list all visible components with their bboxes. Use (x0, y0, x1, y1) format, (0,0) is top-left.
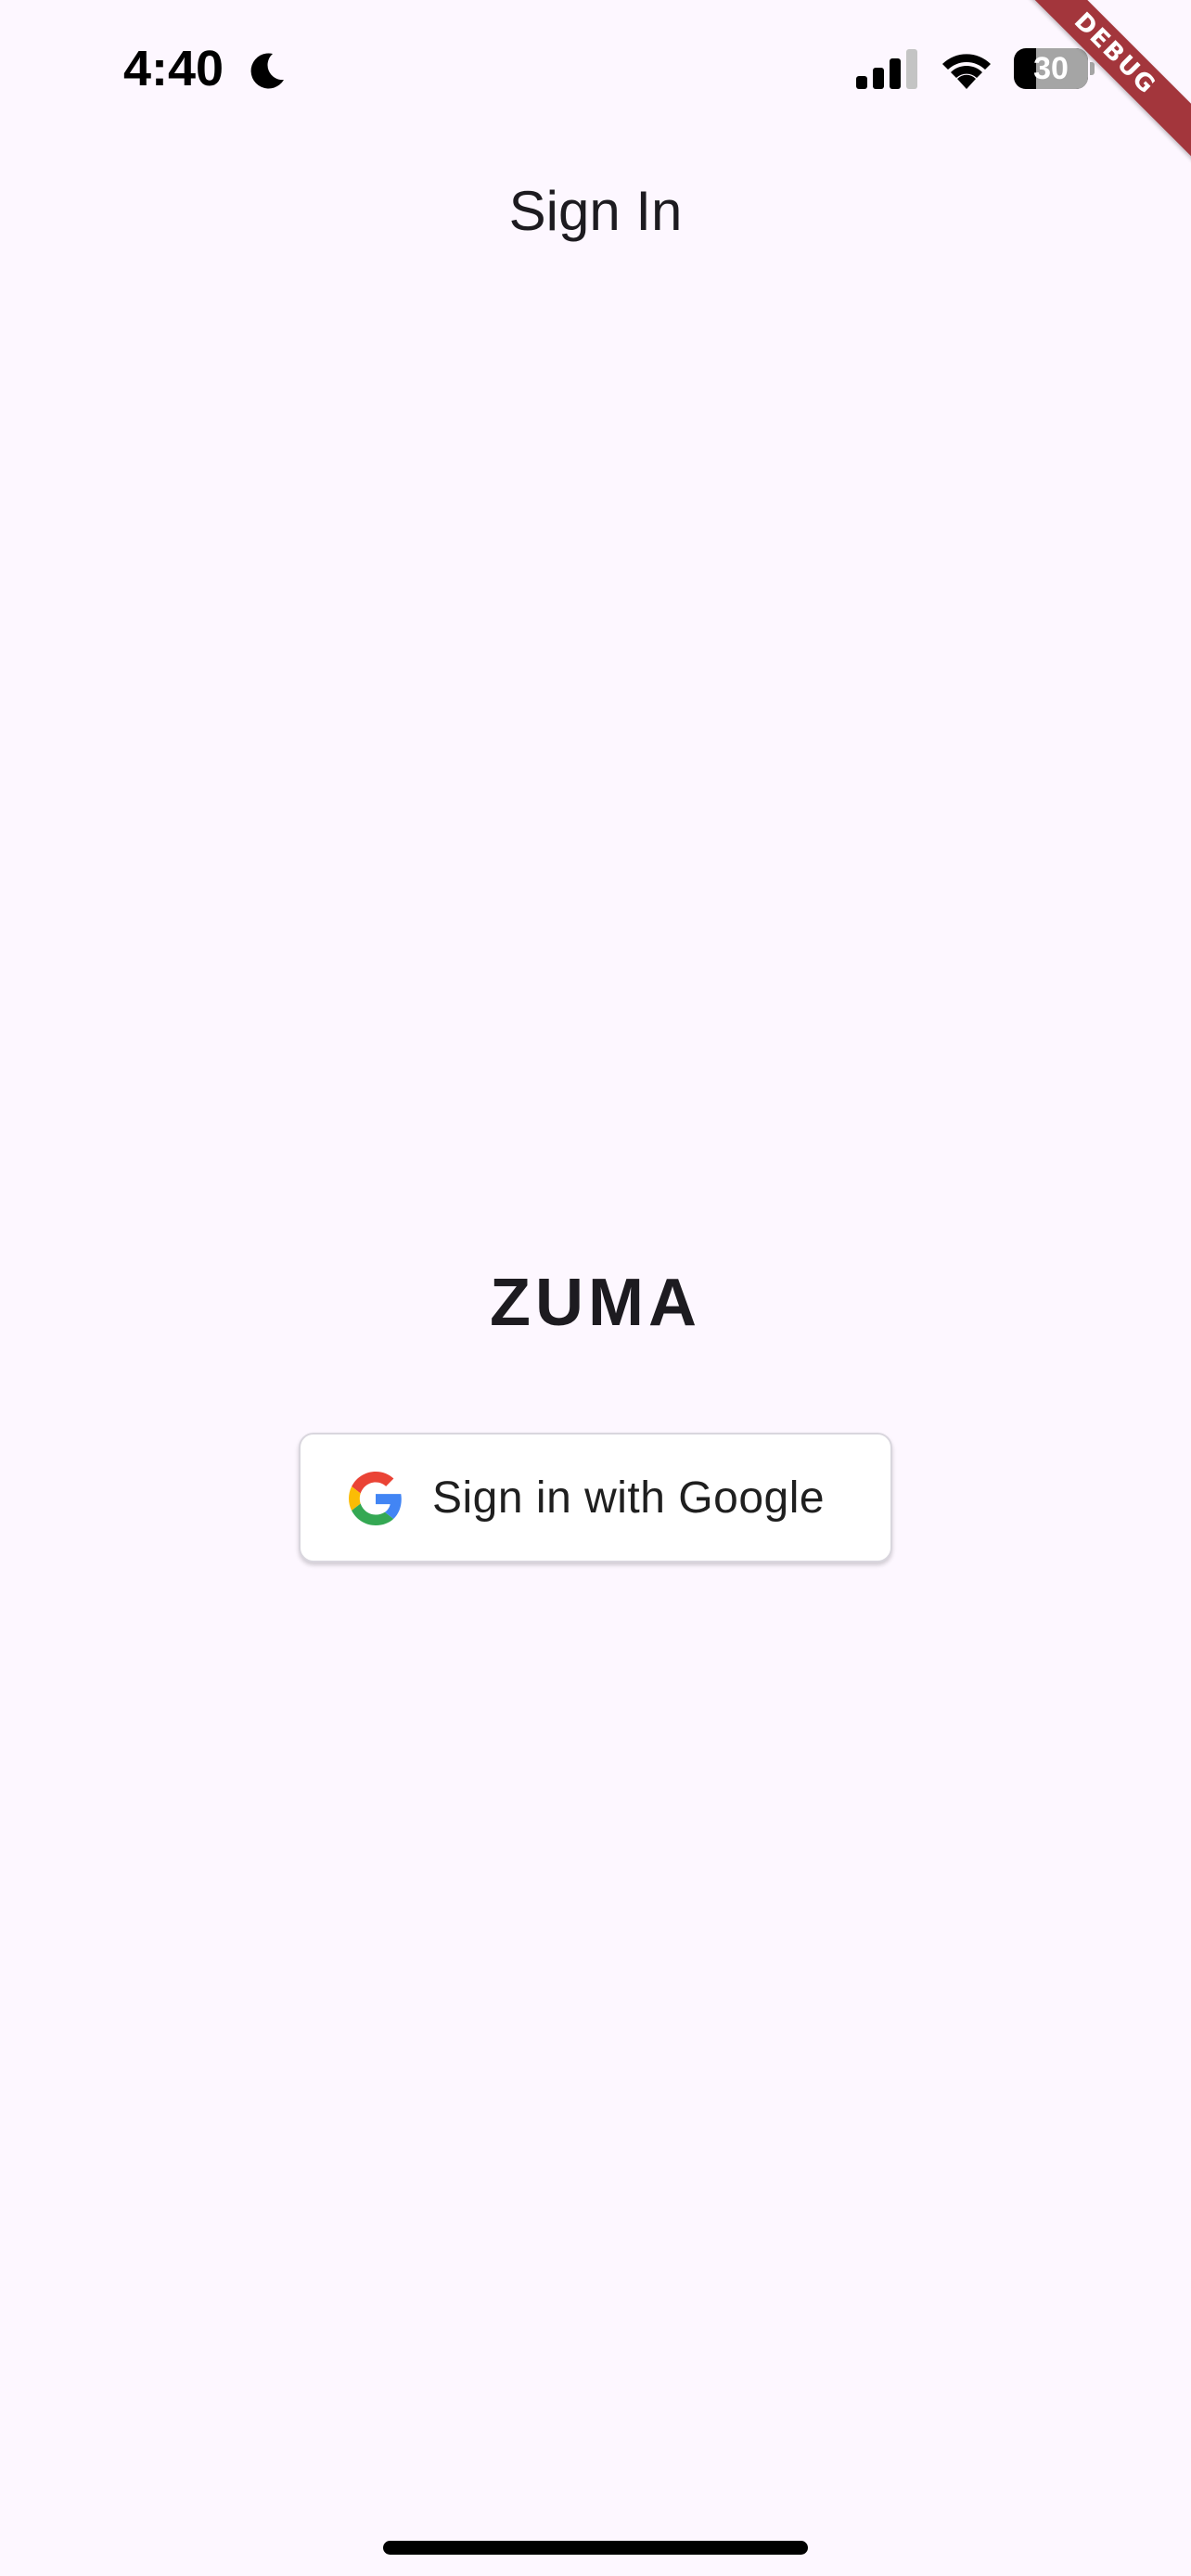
battery-cap (1090, 62, 1095, 75)
google-button-label: Sign in with Google (432, 1473, 826, 1523)
sign-in-with-google-button[interactable]: Sign in with Google (299, 1433, 892, 1562)
app-name: ZUMA (490, 1266, 701, 1340)
battery-level: 30 (1033, 51, 1069, 86)
google-logo-icon (349, 1472, 402, 1525)
signal-icon (856, 49, 917, 89)
wifi-icon (942, 54, 991, 89)
status-time: 4:40 (123, 41, 224, 96)
moon-icon (250, 53, 284, 89)
battery-icon: 30 (1014, 48, 1095, 89)
battery-body: 30 (1014, 48, 1088, 89)
status-bar: 4:40 30 (0, 0, 1191, 139)
home-indicator[interactable] (383, 2541, 808, 2555)
page-title: Sign In (508, 180, 683, 242)
